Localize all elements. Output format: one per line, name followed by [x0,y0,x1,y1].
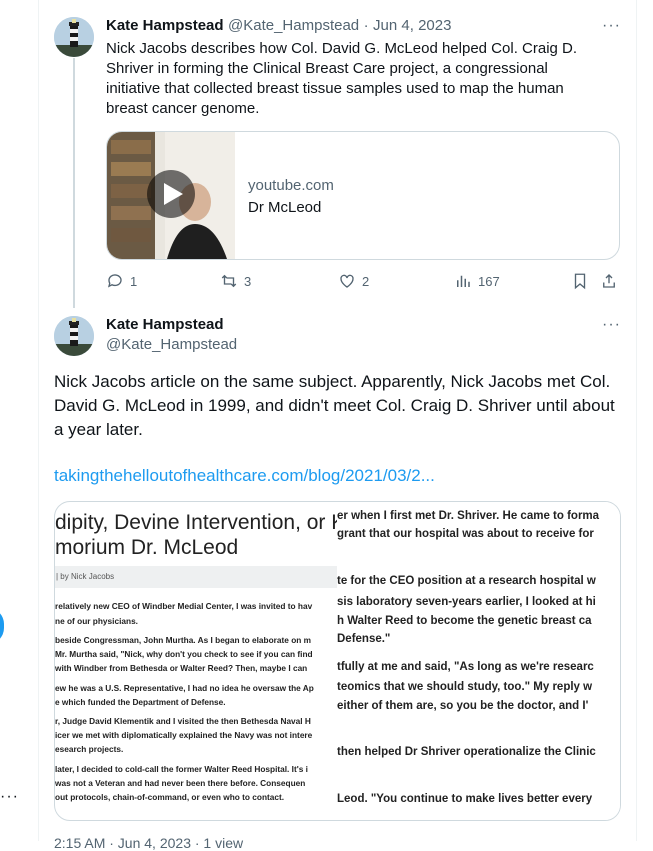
article-image-right: er when I first met Dr. Shriver. He came… [337,502,620,820]
article-text-line: tfully at me and said, "As long as we're… [337,661,594,673]
article-text-line: r, Judge David Klementik and I visited t… [55,716,311,726]
repost-button[interactable]: 3 [220,272,251,290]
left-rail: ··· [0,0,38,841]
share-button[interactable] [600,272,618,290]
left-more-icon[interactable]: ··· [0,788,19,806]
article-text-line: esearch projects. [55,744,124,754]
article-text-line: Defense." [337,633,391,645]
column-divider-left [38,0,39,841]
reply-count: 1 [130,273,138,289]
repost-icon [221,274,237,288]
article-text-line: e which funded the Department of Defense… [55,697,226,707]
article-title-line: dipity, Devine Intervention, or Ka [55,511,337,534]
article-text-line: either of them are, so you be the doctor… [337,700,589,712]
video-thumbnail[interactable] [107,132,235,259]
tweet2-author-handle[interactable]: @Kate_Hampstead [106,336,237,353]
avatar[interactable] [54,316,94,356]
tweet1-header: Kate Hampstead @Kate_Hampstead · Jun 4, … [106,17,451,35]
column-divider-right [636,0,637,841]
article-text-line: te for the CEO position at a research ho… [337,575,596,587]
views-icon [457,275,470,287]
article-text-line: ew he was a U.S. Representative, I had n… [55,683,314,693]
bookmark-button[interactable] [571,272,589,290]
compose-button[interactable] [0,608,4,644]
article-text-line: beside Congressman, John Murtha. As I be… [55,635,312,645]
tweet2-timestamp[interactable]: 2:15 AM · Jun 4, 2023 · 1 view [54,835,243,851]
tweet2-link[interactable]: takingthehelloutofhealthcare.com/blog/20… [54,466,435,486]
tweet2-more-icon[interactable]: ··· [602,316,621,334]
like-count: 2 [362,273,370,289]
reply-icon [107,274,122,288]
heart-icon [340,274,354,288]
article-text-line: Leod. "You continue to make lives better… [337,793,593,805]
article-text-line: h Walter Reed to become the genetic brea… [337,615,592,627]
article-text-line: er when I first met Dr. Shriver. He came… [337,510,600,522]
article-text-line: then helped Dr Shriver operationalize th… [337,746,596,758]
lighthouse-avatar-image [54,316,94,356]
card-domain: youtube.com [248,177,334,194]
youtube-link-card[interactable]: youtube.com Dr McLeod [106,131,620,260]
article-image[interactable]: dipity, Devine Intervention, or Ka moriu… [54,501,621,821]
like-button[interactable]: 2 [338,272,369,290]
share-icon [603,274,615,288]
article-text-line: sis laboratory seven-years earlier, I lo… [337,596,596,608]
bookmark-icon [574,273,586,290]
tweet1-author-handle[interactable]: @Kate_Hampstead [228,17,359,34]
tweet1-text: Nick Jacobs describes how Col. David G. … [106,40,578,117]
article-text-line: out protocols, chain-of-command, or even… [55,792,285,802]
article-title: dipity, Devine Intervention, or Ka moriu… [55,510,337,560]
article-author: | by Nick Jacobs [55,566,337,588]
tweet2-text: Nick Jacobs article on the same subject.… [54,372,615,439]
tweet1-more-icon[interactable]: ··· [602,17,621,35]
article-text-line: relatively new CEO of Windber Medial Cen… [55,601,313,611]
thread-line [73,58,75,308]
article-text-line: grant that our hospital was about to rec… [337,528,594,540]
article-text-line: with Windber from Bethesda or Walter Ree… [55,663,308,673]
tweet1-author-name[interactable]: Kate Hampstead [106,17,224,34]
avatar[interactable] [54,17,94,57]
article-image-left: dipity, Devine Intervention, or Ka moriu… [55,502,337,820]
views-button[interactable]: 167 [454,272,500,290]
tweet2-author-name[interactable]: Kate Hampstead [106,316,224,333]
tweet1-action-bar: 1 3 2 167 [106,272,618,292]
article-text-line: teomics that we should study, too." My r… [337,681,593,693]
tweet1-date[interactable]: Jun 4, 2023 [373,17,451,34]
article-text-line: later, I decided to cold-call the former… [55,764,308,774]
article-text-line: was not a Veteran and had never been the… [55,778,306,788]
article-title-line: morium Dr. McLeod [55,536,239,559]
reply-button[interactable]: 1 [106,272,137,290]
lighthouse-avatar-image [54,17,94,57]
card-title: Dr McLeod [248,199,322,216]
tweet1-separator: · [363,17,369,34]
article-text-line: icer we met with diplomatically explaine… [55,730,313,740]
article-text-line: Mr. Murtha said, "Nick, why don't you ch… [55,649,313,659]
repost-count: 3 [244,273,252,289]
article-text-line: ne of our physicians. [55,616,138,626]
views-count: 167 [478,273,500,289]
